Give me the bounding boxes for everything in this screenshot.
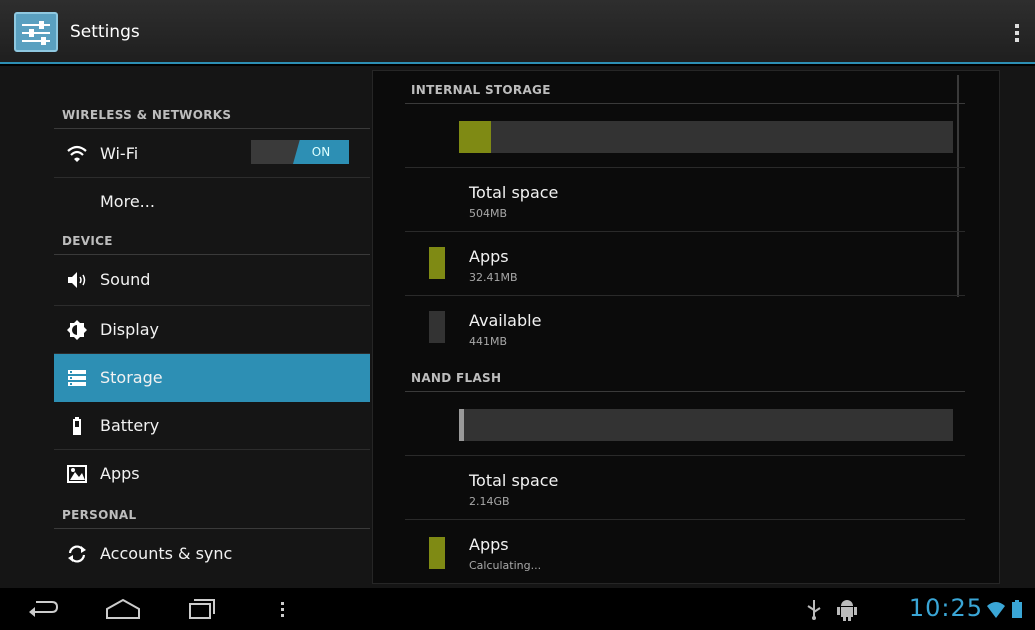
- sidebar-item-wifi[interactable]: Wi-Fi ON: [54, 130, 370, 178]
- internal-apps-value: 32.41MB: [469, 271, 518, 284]
- nand-total-value: 2.14GB: [469, 495, 510, 508]
- internal-available-value: 441MB: [469, 335, 508, 348]
- section-divider: [54, 528, 370, 529]
- section-header-wireless: WIRELESS & NETWORKS: [62, 108, 232, 122]
- section-header-device: DEVICE: [62, 234, 113, 248]
- nand-total-label: Total space: [469, 471, 559, 490]
- section-divider: [54, 254, 370, 255]
- section-divider: [405, 103, 965, 104]
- android-debug-icon: [836, 596, 858, 622]
- sidebar-item-label: Sound: [100, 270, 151, 289]
- internal-storage-header: INTERNAL STORAGE: [411, 83, 551, 97]
- storage-detail-pane: INTERNAL STORAGE Total space 504MB Apps …: [372, 70, 1000, 584]
- wifi-toggle[interactable]: ON: [251, 140, 349, 164]
- sidebar-item-apps[interactable]: Apps: [54, 450, 370, 498]
- nand-apps-label: Apps: [469, 535, 509, 554]
- row-divider: [405, 295, 965, 296]
- internal-storage-bar: [459, 121, 953, 153]
- row-divider: [405, 455, 965, 456]
- settings-list: WIRELESS & NETWORKS Wi-Fi ON More... DEV…: [54, 66, 370, 588]
- usb-icon: [804, 596, 824, 622]
- scrollbar[interactable]: [957, 75, 959, 297]
- internal-total-label: Total space: [469, 183, 559, 202]
- overflow-menu-icon[interactable]: [1015, 24, 1021, 44]
- sidebar-item-label: Apps: [100, 464, 140, 483]
- status-clock: 10:25: [908, 594, 983, 622]
- nand-storage-bar: [459, 409, 953, 441]
- nand-flash-header: NAND FLASH: [411, 371, 502, 385]
- battery-status-icon: [1010, 596, 1024, 622]
- internal-available-label: Available: [469, 311, 542, 330]
- row-divider: [405, 167, 965, 168]
- back-button[interactable]: [26, 596, 60, 622]
- menu-button[interactable]: [278, 596, 288, 622]
- internal-apps-label: Apps: [469, 247, 509, 266]
- sidebar-item-label: Storage: [100, 368, 163, 387]
- sidebar-item-label: Wi-Fi: [100, 144, 139, 163]
- apps-color-swatch: [429, 537, 445, 569]
- internal-storage-used: [459, 121, 491, 153]
- wifi-icon: [66, 143, 88, 165]
- wifi-status-icon: [986, 596, 1006, 622]
- nand-storage-used: [459, 409, 464, 441]
- battery-icon: [66, 415, 88, 437]
- page-title: Settings: [70, 22, 140, 42]
- section-divider: [54, 128, 370, 129]
- content-area: WIRELESS & NETWORKS Wi-Fi ON More... DEV…: [0, 66, 1035, 588]
- system-nav-bar: 10:25: [0, 588, 1035, 630]
- internal-total-value: 504MB: [469, 207, 508, 220]
- section-divider: [405, 391, 965, 392]
- sync-icon: [66, 543, 88, 565]
- sidebar-item-label: Display: [100, 320, 159, 339]
- row-divider: [405, 519, 965, 520]
- speaker-icon: [66, 269, 88, 291]
- action-bar: Settings: [0, 0, 1035, 64]
- sidebar-item-storage[interactable]: Storage: [54, 354, 370, 402]
- apps-color-swatch: [429, 247, 445, 279]
- section-header-personal: PERSONAL: [62, 508, 137, 522]
- recent-apps-button[interactable]: [184, 596, 218, 622]
- sidebar-item-accounts-sync[interactable]: Accounts & sync: [54, 530, 370, 578]
- sidebar-item-display[interactable]: Display: [54, 306, 370, 354]
- sidebar-item-label: Accounts & sync: [100, 544, 233, 563]
- sidebar-item-label: Battery: [100, 416, 160, 435]
- sidebar-item-sound[interactable]: Sound: [54, 256, 370, 304]
- sidebar-item-battery[interactable]: Battery: [54, 402, 370, 450]
- wifi-toggle-on: ON: [293, 140, 349, 164]
- apps-icon: [66, 463, 88, 485]
- nand-apps-value: Calculating...: [469, 559, 542, 572]
- available-color-swatch: [429, 311, 445, 343]
- sidebar-item-more[interactable]: More...: [54, 178, 370, 226]
- home-button[interactable]: [104, 596, 140, 622]
- settings-app-icon[interactable]: [14, 12, 58, 52]
- row-divider: [405, 231, 965, 232]
- storage-icon: [66, 367, 88, 389]
- brightness-icon: [66, 319, 88, 341]
- sidebar-item-label: More...: [100, 192, 155, 211]
